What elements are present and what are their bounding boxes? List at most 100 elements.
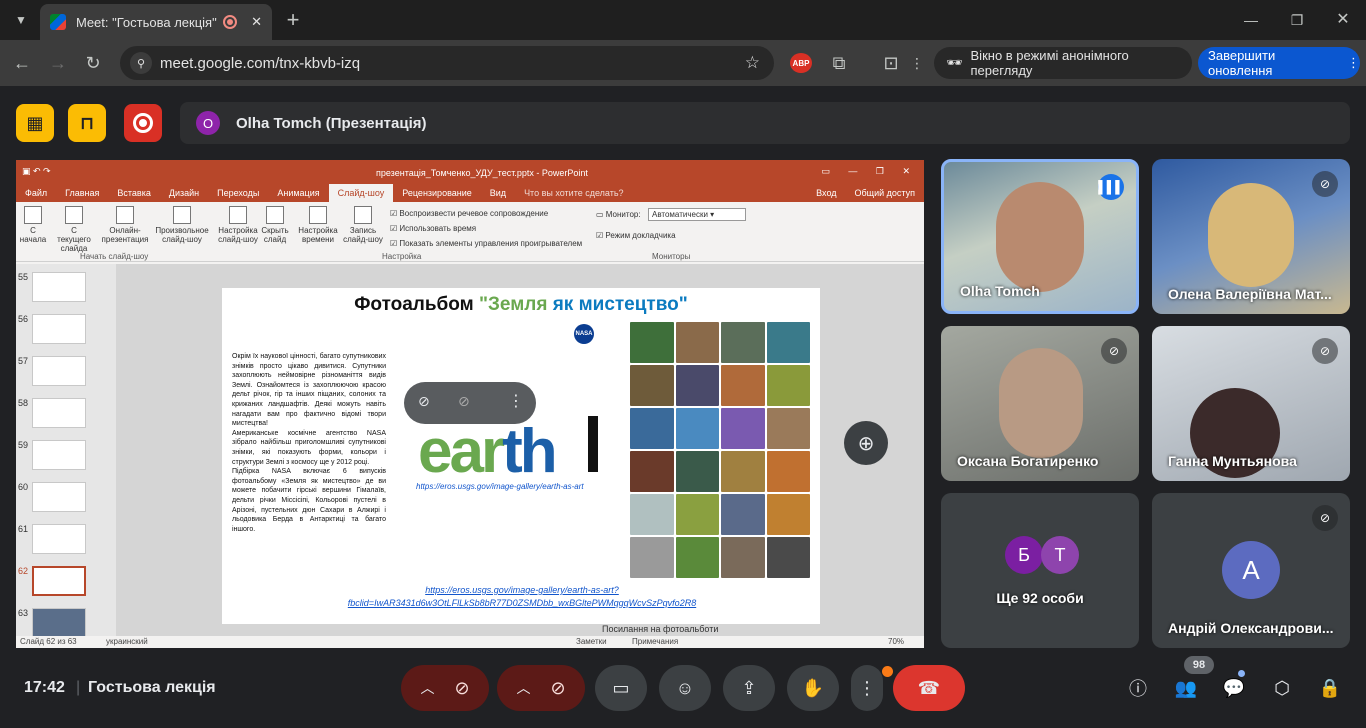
camera-off-icon[interactable]: ⊘ bbox=[550, 678, 565, 699]
pin-off-icon: ⊘ bbox=[418, 393, 430, 409]
slide-paragraph: Окрім їх наукової цінності, багато супут… bbox=[232, 353, 386, 428]
url-text[interactable]: meet.google.com/tnx-kbvb-izq bbox=[160, 55, 360, 72]
host-controls-icon[interactable]: 🔒 bbox=[1312, 670, 1348, 706]
mic-off-icon: ⊘ bbox=[1312, 505, 1338, 531]
new-tab-icon[interactable]: + bbox=[280, 7, 306, 33]
browser-tab[interactable]: Meet: "Гостьова лекція" ✕ bbox=[40, 4, 272, 40]
ribbon-online: Онлайн-презентация bbox=[98, 206, 152, 244]
status-lang: украинский bbox=[106, 637, 148, 646]
slide-thumbnail bbox=[32, 524, 86, 554]
slide-number: 60 bbox=[18, 482, 29, 492]
omnibox[interactable]: ⚲ meet.google.com/tnx-kbvb-izq ☆ bbox=[120, 46, 774, 80]
mic-off-icon[interactable]: ⊘ bbox=[454, 678, 469, 699]
gallery-image bbox=[721, 451, 765, 492]
participant-tile-hanna[interactable]: ⊘ Ганна Мунтьянова bbox=[1152, 326, 1350, 481]
mic-off-icon: ⊘ bbox=[1312, 171, 1338, 197]
participant-video bbox=[996, 182, 1084, 292]
status-notes: Заметки bbox=[576, 637, 607, 646]
more-vert-icon: ⋮ bbox=[508, 393, 524, 410]
tab-search-icon[interactable]: ▼ bbox=[8, 7, 34, 33]
close-tab-icon[interactable]: ✕ bbox=[251, 14, 262, 30]
star-icon[interactable]: ☆ bbox=[745, 53, 760, 73]
pip-icon[interactable]: ⊓ bbox=[68, 104, 106, 142]
checkbox-presenter-view: ☑ Режим докладчика bbox=[596, 231, 676, 240]
slide-title: Фотоальбом "Земля як мистецтво" bbox=[354, 294, 688, 315]
end-call-icon[interactable]: ☎ bbox=[893, 665, 965, 711]
abp-extension-icon[interactable]: ABP bbox=[790, 53, 812, 73]
participant-video bbox=[1208, 183, 1294, 287]
participant-tile-olha[interactable]: ▌▌▌ Olha Tomch bbox=[941, 159, 1139, 314]
avatar: А bbox=[1222, 541, 1280, 599]
minimize-icon[interactable]: — bbox=[1238, 7, 1264, 33]
video-options-icon[interactable]: ︿ bbox=[516, 678, 530, 698]
incognito-label: Вікно в режимі анонімного перегляду bbox=[970, 48, 1129, 78]
maximize-icon[interactable]: ❐ bbox=[1284, 7, 1310, 33]
incognito-badge[interactable]: 🕶 Вікно в режимі анонімного перегляду bbox=[934, 47, 1192, 79]
meet-favicon bbox=[50, 14, 66, 30]
group-start: Начать слайд-шоу bbox=[80, 252, 149, 261]
meeting-name: Гостьова лекція bbox=[88, 679, 216, 696]
chat-icon[interactable]: 💬 bbox=[1216, 670, 1252, 706]
participant-tile-oksana[interactable]: ⊘ Оксана Богатиренко bbox=[941, 326, 1139, 481]
ribbon-hide: Скрыть слайд bbox=[260, 206, 290, 244]
forward-icon[interactable]: → bbox=[45, 50, 71, 76]
menu-insert: Вставка bbox=[117, 188, 151, 198]
ribbon-from-current: С текущего слайда bbox=[54, 206, 94, 253]
menu-tell-me: Что вы хотите сделать? bbox=[524, 188, 624, 198]
emoji-icon[interactable]: ☺ bbox=[659, 665, 711, 711]
hand-icon[interactable]: ✋ bbox=[787, 665, 839, 711]
slide-number: 63 bbox=[18, 608, 29, 618]
menu-home: Главная bbox=[65, 188, 100, 198]
info-icon[interactable]: ⓘ bbox=[1120, 670, 1156, 706]
image-gallery-grid bbox=[630, 322, 810, 578]
gallery-image bbox=[766, 365, 810, 406]
update-button[interactable]: Завершити оновлення ⋮ bbox=[1198, 47, 1360, 79]
slide-number: 56 bbox=[18, 314, 29, 324]
more-browser-icon[interactable]: ⋮ bbox=[904, 50, 930, 76]
more-icon[interactable]: ⋮ bbox=[851, 665, 883, 711]
people-icon[interactable]: 👥 bbox=[1168, 670, 1204, 706]
screen-capture-icon[interactable]: ⊡ bbox=[878, 50, 904, 76]
gallery-image bbox=[675, 494, 719, 535]
earth-logo: earth bbox=[418, 417, 558, 486]
close-window-icon[interactable]: ✕ bbox=[1330, 7, 1356, 33]
reload-icon[interactable]: ↻ bbox=[80, 50, 106, 76]
menu-design: Дизайн bbox=[168, 188, 200, 198]
present-icon[interactable]: ⇪ bbox=[723, 665, 775, 711]
participant-tile-olena[interactable]: ⊘ Олена Валеріївна Мат... bbox=[1152, 159, 1350, 314]
checkbox-timings: ☑ Использовать время bbox=[390, 224, 477, 233]
extensions-icon[interactable]: ⧉ bbox=[826, 50, 852, 76]
site-info-icon[interactable]: ⚲ bbox=[130, 52, 152, 74]
tab-title: Meet: "Гостьова лекція" bbox=[76, 14, 217, 30]
menu-view: Вид bbox=[489, 188, 507, 198]
participant-tile-andrii[interactable]: А ⊘ Андрій Олександрови... bbox=[1152, 493, 1350, 648]
participant-video bbox=[999, 348, 1083, 458]
update-label: Завершити оновлення bbox=[1208, 48, 1276, 78]
activities-icon[interactable]: ⬡ bbox=[1264, 670, 1300, 706]
ribbon-checkboxes: ☑ Воспроизвести речевое сопровождение ☑ … bbox=[390, 206, 582, 251]
captions-icon[interactable]: ▭ bbox=[595, 665, 647, 711]
ribbon-from-start: С начала bbox=[18, 206, 48, 244]
slide-body: Окрім їх наукової цінності, багато супут… bbox=[232, 352, 386, 534]
participant-name: Олена Валеріївна Мат... bbox=[1168, 286, 1332, 302]
ribbon-record: Запись слайд-шоу bbox=[340, 206, 386, 244]
gallery-image bbox=[766, 408, 810, 449]
zoom-in-icon[interactable]: ⊕ bbox=[844, 421, 888, 465]
gallery-image bbox=[630, 365, 674, 406]
participant-tile-others[interactable]: Б Т Ще 92 особи bbox=[941, 493, 1139, 648]
browser-tab-bar: ▼ Meet: "Гостьова лекція" ✕ + — ❐ ✕ bbox=[0, 0, 1366, 40]
earth-url: https://eros.usgs.gov/image-gallery/eart… bbox=[416, 482, 584, 491]
layout-icon[interactable]: ▦ bbox=[16, 104, 54, 142]
nasa-logo: NASA bbox=[574, 324, 594, 344]
online-icon bbox=[116, 206, 134, 224]
avatar: Б bbox=[1005, 536, 1043, 574]
slide-thumbnail bbox=[32, 356, 86, 386]
participant-name: Olha Tomch bbox=[960, 283, 1040, 299]
gallery-image bbox=[766, 451, 810, 492]
recording-button[interactable] bbox=[124, 104, 162, 142]
audio-options-icon[interactable]: ︿ bbox=[420, 678, 434, 698]
slide-number: 62 bbox=[18, 566, 29, 576]
back-icon[interactable]: ← bbox=[9, 50, 35, 76]
checkbox-narration: ☑ Воспроизвести речевое сопровождение bbox=[390, 209, 549, 218]
menu-file: Файл bbox=[25, 188, 48, 198]
